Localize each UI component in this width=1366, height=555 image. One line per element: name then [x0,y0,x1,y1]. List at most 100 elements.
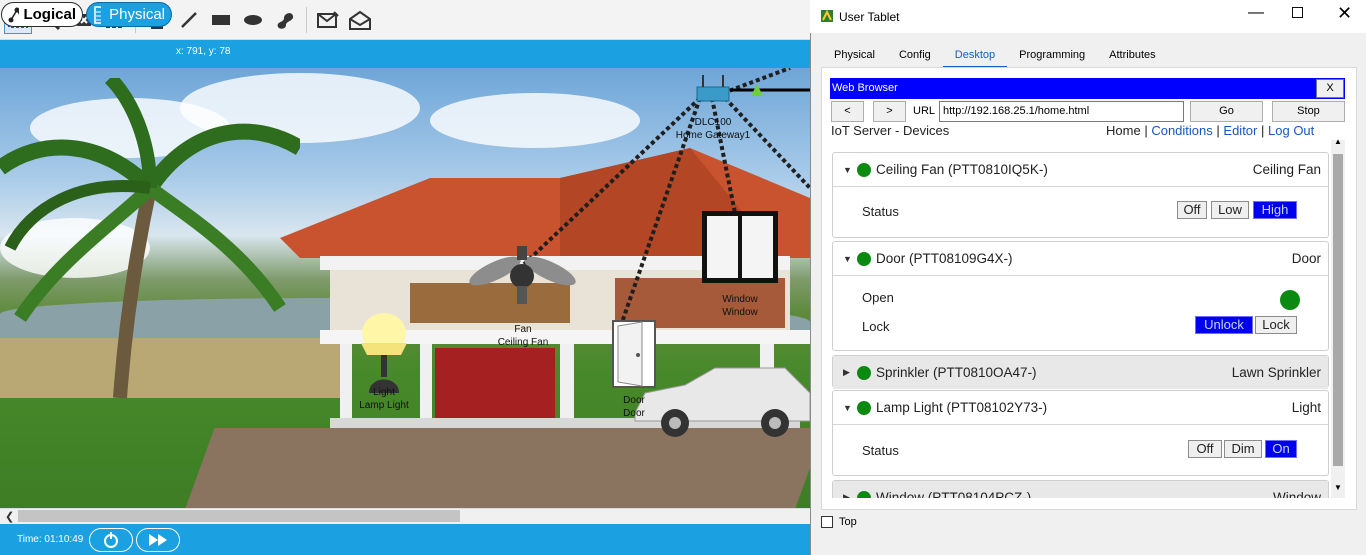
window-device[interactable] [702,211,778,283]
device-name: Sprinkler (PTT0810OA47-) [876,365,1037,380]
device-card-sprinkler: ▶ Sprinkler (PTT0810OA47-) Lawn Sprinkle… [832,355,1329,389]
expand-caret-icon: ▼ [843,402,852,413]
fan-label: Fan Ceiling Fan [490,323,556,349]
tablet-tab-bar: Physical Config Desktop Programming Attr… [822,44,1168,68]
lamp-icon [361,313,407,393]
fast-forward-button[interactable] [136,528,180,552]
door-unlock-button[interactable]: Unlock [1195,316,1253,334]
device-type: Lawn Sprinkler [1231,365,1321,380]
scroll-down-arrow-icon[interactable]: ▼ [1334,483,1342,492]
toolbar-divider [306,6,307,33]
light-off-button[interactable]: Off [1188,440,1222,458]
door-label-line1: Door [623,395,645,406]
add-simple-pdu-icon[interactable] [314,6,342,34]
row-label: Lock [862,319,890,334]
page-heading: IoT Server - Devices [831,123,950,138]
workspace-mode-bar [0,40,810,68]
freeform-shape-icon[interactable] [271,6,299,34]
row-label: Status [862,443,899,458]
logical-mode-tab[interactable]: Logical [1,2,83,27]
fan-label-line1: Fan [514,324,532,335]
device-name: Door (PTT08109G4X-) [876,251,1013,266]
draw-line-icon[interactable] [175,6,203,34]
light-on-button[interactable]: On [1265,440,1297,458]
nav-editor-link[interactable]: Editor [1223,123,1257,138]
go-button[interactable]: Go [1190,101,1263,122]
fan-label-line2: Ceiling Fan [497,337,549,348]
device-header[interactable]: ▶ Window (PTT08104PCZ-) Window [833,481,1328,498]
status-dot-icon [857,162,871,177]
tab-desktop[interactable]: Desktop [942,44,1008,68]
window-label-line1: Window [722,294,758,305]
scroll-left-arrow-icon[interactable]: ❮ [5,510,14,523]
forward-button[interactable]: > [873,101,906,122]
door-icon [612,320,656,388]
add-complex-pdu-icon[interactable] [346,6,374,34]
device-card-ceiling-fan: ▼ Ceiling Fan (PTT0810IQ5K-) Ceiling Fan… [832,152,1329,238]
status-dot-icon [857,400,871,415]
maximize-icon[interactable] [1292,7,1303,18]
simulation-time: Time: 01:10:49 [17,534,84,545]
row-label: Open [862,290,894,305]
nav-separator: | [1261,123,1265,138]
fan-low-button[interactable]: Low [1211,201,1249,219]
draw-ellipse-icon[interactable] [239,6,267,34]
tab-physical[interactable]: Physical [822,44,887,68]
door-label: Door Door [612,394,656,420]
cursor-coordinates: x: 791, y: 78 [176,46,231,57]
device-header[interactable]: ▼ Ceiling Fan (PTT0810IQ5K-) Ceiling Fan [833,153,1328,186]
collapsed-caret-icon: ▶ [843,367,850,377]
ceiling-fan-icon [469,246,576,304]
scroll-up-arrow-icon[interactable]: ▲ [1334,137,1342,146]
power-cycle-button[interactable] [89,528,133,552]
light-label: Light Lamp Light [354,386,414,412]
device-header[interactable]: ▶ Sprinkler (PTT0810OA47-) Lawn Sprinkle… [833,356,1328,389]
window-label: Window Window [705,293,775,319]
device-header[interactable]: ▼ Door (PTT08109G4X-) Door [833,242,1328,275]
stop-button[interactable]: Stop [1272,101,1345,122]
url-input[interactable]: http://192.168.25.1/home.html [939,101,1184,122]
nav-home-link[interactable]: Home [1106,123,1141,138]
window-label-line2: Window [722,307,758,318]
collapsed-caret-icon: ▶ [843,492,850,498]
minimize-icon[interactable]: — [1248,4,1264,22]
device-type: Light [1291,400,1321,415]
door-lock-button[interactable]: Lock [1255,316,1297,334]
lamp-light-device[interactable] [355,313,413,395]
device-name: Ceiling Fan (PTT0810IQ5K-) [876,162,1048,177]
back-button[interactable]: < [831,101,864,122]
fan-high-button[interactable]: High [1253,201,1297,219]
door-label-line2: Door [623,408,645,419]
device-header[interactable]: ▼ Lamp Light (PTT08102Y73-) Light [833,391,1328,424]
door-device[interactable] [612,320,656,388]
tab-attributes[interactable]: Attributes [1097,44,1167,68]
tab-config[interactable]: Config [887,44,943,68]
gateway-icon [696,75,730,102]
device-type: Window [1272,490,1321,498]
fast-forward-icon [149,534,167,546]
tab-programming[interactable]: Programming [1007,44,1097,68]
nav-logout-link[interactable]: Log Out [1268,123,1314,138]
status-dot-icon [857,490,871,498]
device-body: Status Off Low High [833,186,1328,238]
vertical-scrollbar-thumb[interactable] [1333,154,1343,466]
home-gateway-device[interactable] [695,73,731,103]
window-icon [707,216,773,278]
ceiling-fan-device[interactable] [465,246,580,316]
web-browser-close-button[interactable]: X [1316,79,1344,98]
gateway-label-line2: Home Gateway1 [675,130,751,141]
device-name: Window (PTT08104PCZ-) [876,490,1032,498]
expand-caret-icon: ▼ [843,164,852,175]
top-checkbox[interactable] [821,516,833,528]
device-type: Door [1291,251,1321,266]
fan-off-button[interactable]: Off [1177,201,1207,219]
nav-conditions-link[interactable]: Conditions [1151,123,1212,138]
physical-mode-tab[interactable]: Physical [86,2,172,27]
light-dim-button[interactable]: Dim [1224,440,1262,458]
draw-rectangle-icon[interactable] [207,6,235,34]
physical-workspace-canvas[interactable]: DLC100 Home Gateway1 Window Window Fan C… [0,68,810,508]
horizontal-scrollbar-thumb[interactable] [18,510,460,522]
web-browser-titlebar: Web Browser [830,78,1345,99]
gateway-label: DLC100 Home Gateway1 [668,116,758,142]
close-icon[interactable]: ✕ [1337,3,1352,24]
